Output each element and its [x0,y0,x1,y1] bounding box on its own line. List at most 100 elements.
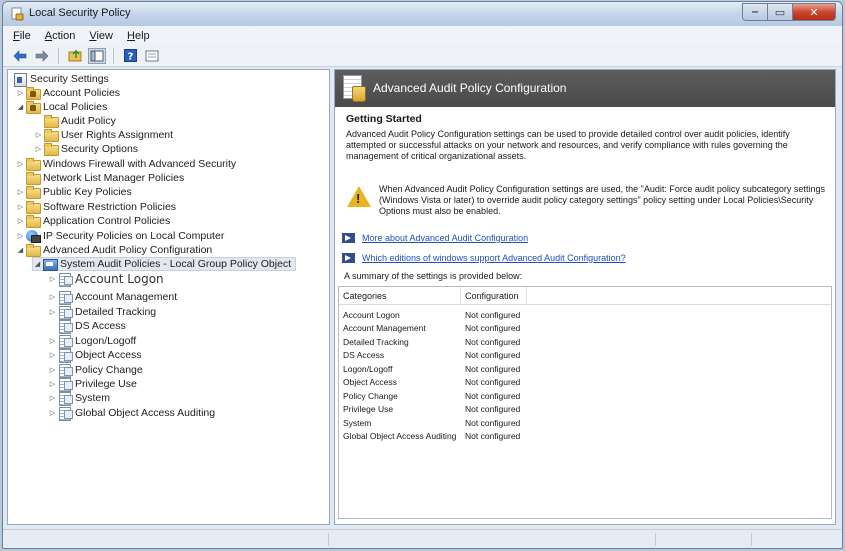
maximize-button[interactable]: ▭ [768,3,793,21]
status-bar [3,529,842,548]
table-row[interactable]: Account Logon Not configured [339,309,831,322]
tree-item-network-list-manager[interactable]: Network List Manager Policies [16,171,184,185]
tree-label: Logon/Logoff [75,335,137,347]
menu-action[interactable]: Action [45,30,76,42]
expand-arrow-icon[interactable]: ▷ [34,145,43,153]
expand-arrow-icon[interactable]: ▷ [48,409,57,417]
expand-arrow-icon[interactable]: ▷ [16,232,25,240]
table-row[interactable]: System Not configured [339,417,831,430]
tree-item-system-audit-policies[interactable]: ◢ System Audit Policies - Local Group Po… [32,257,297,271]
tree-item-ds-access[interactable]: DS Access [48,319,126,334]
menu-file-label: ile [19,29,31,42]
expand-arrow-icon[interactable]: ▷ [16,188,25,196]
tree-label: Privilege Use [75,378,137,390]
show-hide-tree-icon[interactable] [88,47,106,64]
tree-item-privilege-use[interactable]: ▷ Privilege Use [48,377,137,392]
tree-item-user-rights-assignment[interactable]: ▷ User Rights Assignment [34,128,173,142]
link-which-editions[interactable]: Which editions of windows support Advanc… [342,251,626,265]
tree-item-software-restriction[interactable]: ▷ Software Restriction Policies [16,200,176,214]
table-row[interactable]: DS Access Not configured [339,349,831,362]
group-policy-object-icon [43,258,58,271]
collapse-arrow-icon[interactable]: ◢ [33,260,42,268]
collapse-arrow-icon[interactable]: ◢ [16,246,25,254]
tree-label: Account Policies [43,87,121,99]
close-button[interactable]: ✕ [793,3,836,21]
tree-label: Global Object Access Auditing [75,407,216,419]
getting-started-heading: Getting Started [346,113,422,125]
minimize-button[interactable]: ‒ [742,3,768,21]
properties-icon[interactable] [143,48,161,64]
link-arrow-icon [342,253,355,263]
title-bar[interactable]: Local Security Policy ‒ ▭ ✕ [3,2,842,26]
folder-lock-icon [26,101,41,114]
table-row[interactable]: Object Access Not configured [339,376,831,389]
audit-category-icon [58,364,73,378]
folder-icon [26,172,41,185]
expand-arrow-icon[interactable]: ▷ [48,380,57,388]
row-category: Object Access [343,377,397,387]
collapse-arrow-icon[interactable]: ◢ [16,103,25,111]
menu-file[interactable]: File [13,30,31,42]
link-text[interactable]: More about Advanced Audit Configuration [362,233,528,243]
toolbar: ? [3,45,842,67]
tree-item-windows-firewall[interactable]: ▷ Windows Firewall with Advanced Securit… [16,157,236,171]
table-row[interactable]: Global Object Access Auditing Not configu… [339,430,831,443]
expand-arrow-icon[interactable]: ▷ [16,89,25,97]
expand-arrow-icon[interactable]: ▷ [48,337,57,345]
column-header-categories[interactable]: Categories [343,291,387,301]
tree-item-local-policies[interactable]: ◢ Local Policies [16,100,107,114]
audit-category-icon [58,335,73,349]
back-arrow-icon[interactable] [11,48,29,64]
tree-item-account-policies[interactable]: ▷ Account Policies [16,86,120,100]
link-more-about-advanced-audit[interactable]: More about Advanced Audit Configuration [342,231,528,245]
row-configuration: Not configured [465,350,521,360]
table-row[interactable]: Logon/Logoff Not configured [339,363,831,376]
tree-item-public-key-policies[interactable]: ▷ Public Key Policies [16,185,132,199]
link-text[interactable]: Which editions of windows support Advanc… [362,253,626,263]
table-row[interactable]: Account Management Not configured [339,322,831,335]
expand-arrow-icon[interactable]: ▷ [16,160,25,168]
tree-item-account-logon[interactable]: ▷ Account Logon [48,272,164,287]
tree-label: Security Settings [30,73,109,85]
row-category: Policy Change [343,391,398,401]
table-row[interactable]: Policy Change Not configured [339,390,831,403]
row-category: Global Object Access Auditing [343,431,457,441]
tree-item-system[interactable]: ▷ System [48,391,110,406]
expand-arrow-icon[interactable]: ▷ [48,308,57,316]
expand-arrow-icon[interactable]: ▷ [48,366,57,374]
audit-policy-header-icon [341,73,366,103]
column-divider[interactable] [460,287,461,304]
tree-item-application-control[interactable]: ▷ Application Control Policies [16,214,170,228]
tree-item-detailed-tracking[interactable]: ▷ Detailed Tracking [48,305,156,320]
tree-item-advanced-audit-policy[interactable]: ◢ Advanced Audit Policy Configuration [16,243,212,257]
tree-item-security-options[interactable]: ▷ Security Options [34,142,138,156]
row-category: DS Access [343,350,385,360]
table-row[interactable]: Detailed Tracking Not configured [339,336,831,349]
tree-item-global-object-access[interactable]: ▷ Global Object Access Auditing [48,406,216,421]
tree-item-policy-change[interactable]: ▷ Policy Change [48,363,143,378]
expand-arrow-icon[interactable]: ▷ [16,203,25,211]
tree-root-security-settings[interactable]: Security Settings [12,72,109,87]
table-row[interactable]: Privilege Use Not configured [339,403,831,416]
tree-label: Policy Change [75,364,143,376]
expand-arrow-icon[interactable]: ▷ [48,351,57,359]
expand-arrow-icon[interactable]: ▷ [34,131,43,139]
column-divider[interactable] [526,287,527,304]
console-tree-pane[interactable]: Security Settings ▷ Account Policies ◢ L… [7,69,330,525]
expand-arrow-icon[interactable]: ▷ [48,275,57,283]
tree-item-logon-logoff[interactable]: ▷ Logon/Logoff [48,334,137,349]
up-folder-icon[interactable] [66,48,84,64]
forward-arrow-icon[interactable] [33,48,51,64]
tree-item-ip-security-policies[interactable]: ▷ IP Security Policies on Local Computer [16,229,224,243]
tree-item-audit-policy[interactable]: Audit Policy [34,114,116,128]
tree-item-object-access[interactable]: ▷ Object Access [48,348,142,363]
menu-help[interactable]: Help [127,30,150,42]
menu-view[interactable]: View [89,30,113,42]
expand-arrow-icon[interactable]: ▷ [48,394,57,402]
expand-arrow-icon[interactable]: ▷ [16,217,25,225]
expand-arrow-icon[interactable]: ▷ [48,293,57,301]
tree-item-account-management[interactable]: ▷ Account Management [48,290,177,305]
menu-view-label: iew [96,29,113,42]
column-header-configuration[interactable]: Configuration [465,291,519,301]
help-icon[interactable]: ? [121,48,139,64]
